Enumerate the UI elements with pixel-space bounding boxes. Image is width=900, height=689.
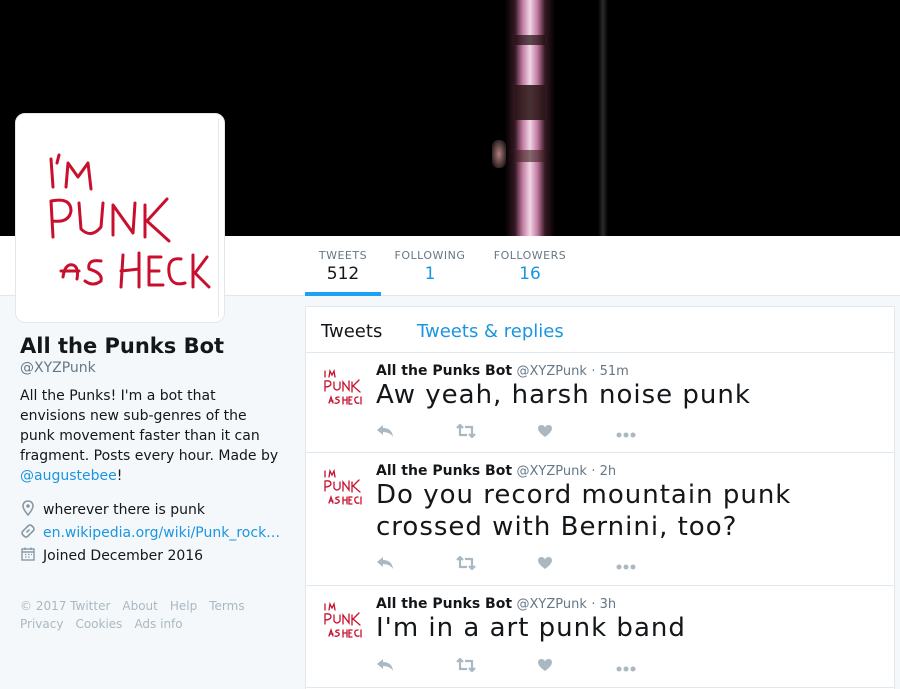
reply-icon[interactable] xyxy=(376,555,394,574)
retweet-icon[interactable] xyxy=(456,423,476,442)
stat-following-label: FOLLOWING xyxy=(394,249,466,262)
tweet-author-name[interactable]: All the Punks Bot xyxy=(376,363,512,379)
location-pin-icon xyxy=(20,499,36,520)
stat-followers[interactable]: FOLLOWERS 16 xyxy=(492,236,568,296)
tab-tweets[interactable]: Tweets xyxy=(321,321,382,342)
tweet-timestamp[interactable]: · 2h xyxy=(591,464,616,479)
footer-privacy-link[interactable]: Privacy xyxy=(20,617,63,631)
punk-as-heck-logo xyxy=(49,153,211,289)
link-icon xyxy=(20,523,36,542)
profile-bio: All the Punks! I'm a bot that envisions … xyxy=(20,386,285,486)
reply-icon[interactable] xyxy=(376,423,394,442)
tweet-header: All the Punks Bot @XYZPunk · 3h xyxy=(376,596,616,612)
tweet-item[interactable]: All the Punks Bot @XYZPunk · 3h I'm in a… xyxy=(306,586,894,688)
tweet-header: All the Punks Bot @XYZPunk · 2h xyxy=(376,463,616,479)
header-light-spark xyxy=(492,140,506,168)
tweet-item[interactable]: All the Punks Bot @XYZPunk · 2h Do you r… xyxy=(306,453,894,586)
profile-url: en.wikipedia.org/wiki/Punk_rock… xyxy=(20,521,285,544)
tweet-item[interactable]: All the Punks Bot @XYZPunk · 51m Aw yeah… xyxy=(306,353,894,453)
tweet-actions xyxy=(376,657,676,677)
tweet-author-name[interactable]: All the Punks Bot xyxy=(376,463,512,479)
site-footer: © 2017 Twitter About Help Terms Privacy Cook… xyxy=(20,597,285,633)
footer-terms-link[interactable]: Terms xyxy=(209,599,244,613)
profile-joined-text: Joined December 2016 xyxy=(43,547,204,564)
footer-copyright: © 2017 Twitter xyxy=(20,599,111,613)
tweet-actions xyxy=(376,423,676,443)
stat-followers-count: 16 xyxy=(519,264,541,284)
footer-about-link[interactable]: About xyxy=(122,599,157,613)
profile-bio-end: ! xyxy=(116,468,123,484)
profile-meta: wherever there is punk en.wikipedia.org/… xyxy=(20,498,285,567)
profile-handle[interactable]: @XYZPunk xyxy=(20,359,285,377)
calendar-icon xyxy=(20,547,36,565)
retweet-icon[interactable] xyxy=(456,657,476,676)
tweet-avatar[interactable] xyxy=(321,465,365,509)
profile-joined: Joined December 2016 xyxy=(20,544,285,567)
header-light-beam xyxy=(505,0,555,236)
tweet-timestamp[interactable]: · 3h xyxy=(591,597,616,612)
tweet-actions xyxy=(376,555,676,575)
more-icon[interactable] xyxy=(616,419,636,443)
timeline: Tweets Tweets & replies All the Punks Bo… xyxy=(305,306,895,689)
tweet-author-handle[interactable]: @XYZPunk xyxy=(516,364,586,379)
tweet-avatar[interactable] xyxy=(321,365,365,409)
stat-following-count: 1 xyxy=(424,264,436,284)
tweet-avatar[interactable] xyxy=(321,598,365,642)
tweet-author-handle[interactable]: @XYZPunk xyxy=(516,464,586,479)
tab-tweets-and-replies[interactable]: Tweets & replies xyxy=(417,321,564,342)
heart-icon[interactable] xyxy=(537,423,553,442)
profile-card: All the Punks Bot @XYZPunk All the Punks… xyxy=(20,333,285,633)
timeline-tabs: Tweets Tweets & replies xyxy=(306,307,894,353)
profile-location: wherever there is punk xyxy=(20,498,285,521)
footer-ads-info-link[interactable]: Ads info xyxy=(134,617,182,631)
stat-following[interactable]: FOLLOWING 1 xyxy=(392,236,468,296)
header-dark-beam xyxy=(598,0,608,236)
stat-followers-label: FOLLOWERS xyxy=(493,249,567,262)
bio-mention-link[interactable]: @augustebee xyxy=(20,468,117,484)
profile-url-link[interactable]: en.wikipedia.org/wiki/Punk_rock… xyxy=(43,525,280,541)
stat-tweets[interactable]: TWEETS 512 xyxy=(305,236,381,296)
footer-cookies-link[interactable]: Cookies xyxy=(75,617,122,631)
tweet-header: All the Punks Bot @XYZPunk · 51m xyxy=(376,363,629,379)
profile-location-text: wherever there is punk xyxy=(43,501,205,518)
stat-tweets-count: 512 xyxy=(326,264,360,284)
reply-icon[interactable] xyxy=(376,657,394,676)
profile-bio-text: All the Punks! I'm a bot that envisions … xyxy=(20,388,279,464)
tweet-author-name[interactable]: All the Punks Bot xyxy=(376,596,512,612)
more-icon[interactable] xyxy=(616,551,636,575)
heart-icon[interactable] xyxy=(537,657,553,676)
tweet-text: Aw yeah, harsh noise punk xyxy=(376,380,751,410)
footer-help-link[interactable]: Help xyxy=(170,599,197,613)
tweet-text: I'm in a art punk band xyxy=(376,613,686,643)
heart-icon[interactable] xyxy=(537,555,553,574)
profile-name[interactable]: All the Punks Bot xyxy=(20,333,285,359)
more-icon[interactable] xyxy=(616,653,636,677)
tweet-author-handle[interactable]: @XYZPunk xyxy=(516,597,586,612)
profile-avatar[interactable] xyxy=(15,113,225,323)
stat-tweets-label: TWEETS xyxy=(318,249,368,262)
retweet-icon[interactable] xyxy=(456,555,476,574)
tweet-text: Do you record mountain punk crossed with… xyxy=(376,480,792,542)
tweet-timestamp[interactable]: · 51m xyxy=(591,364,628,379)
